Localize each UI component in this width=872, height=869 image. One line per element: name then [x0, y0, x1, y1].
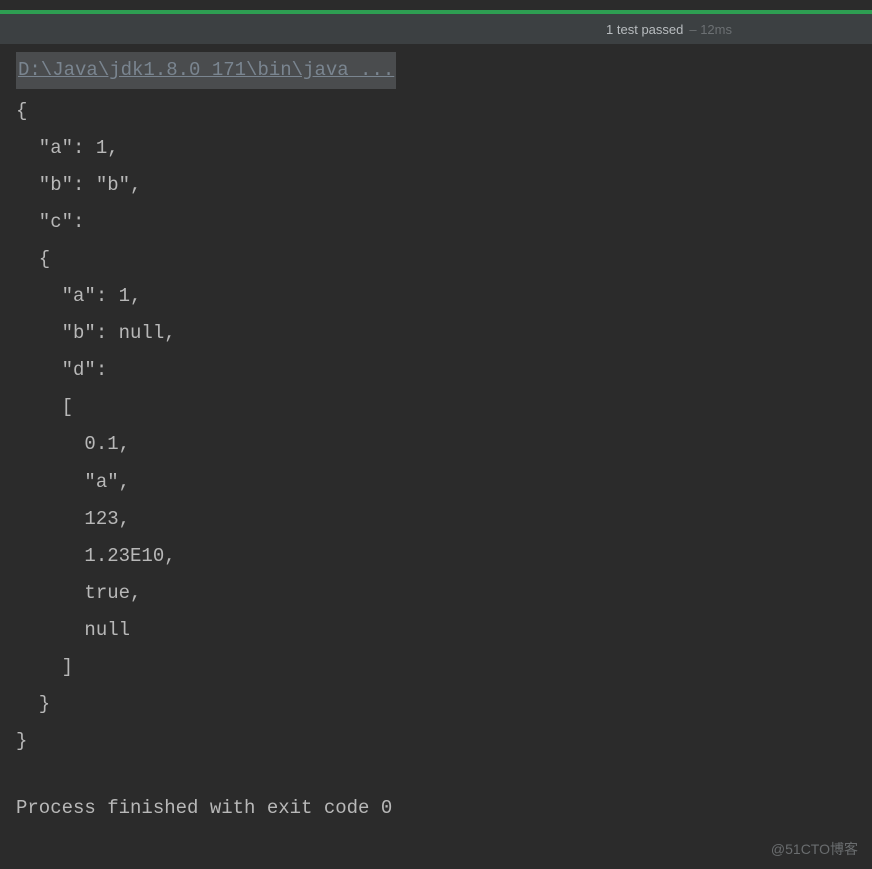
code-line: 123,	[16, 501, 872, 538]
code-line: "c":	[16, 204, 872, 241]
test-passed-label: 1 test passed	[606, 22, 683, 37]
process-exit-message: Process finished with exit code 0	[16, 790, 872, 827]
code-line: }	[16, 723, 872, 760]
code-line: "b": "b",	[16, 167, 872, 204]
test-time-label: – 12ms	[689, 22, 732, 37]
console-code-block: { "a": 1, "b": "b", "c": { "a": 1, "b": …	[16, 93, 872, 760]
code-line: 1.23E10,	[16, 538, 872, 575]
console-output[interactable]: D:\Java\jdk1.8.0_171\bin\java ... { "a":…	[0, 44, 872, 827]
code-line: }	[16, 686, 872, 723]
code-line: ]	[16, 649, 872, 686]
code-line: true,	[16, 575, 872, 612]
java-command-path[interactable]: D:\Java\jdk1.8.0_171\bin\java ...	[16, 52, 396, 89]
code-line: "a": 1,	[16, 130, 872, 167]
code-line: "d":	[16, 352, 872, 389]
code-line: [	[16, 389, 872, 426]
test-status-row: 1 test passed – 12ms	[0, 14, 872, 44]
watermark-text: @51CTO博客	[771, 839, 858, 859]
code-line: "a": 1,	[16, 278, 872, 315]
code-line: "a",	[16, 464, 872, 501]
code-line: {	[16, 241, 872, 278]
code-line: null	[16, 612, 872, 649]
code-line: "b": null,	[16, 315, 872, 352]
code-line: 0.1,	[16, 426, 872, 463]
code-line: {	[16, 93, 872, 130]
